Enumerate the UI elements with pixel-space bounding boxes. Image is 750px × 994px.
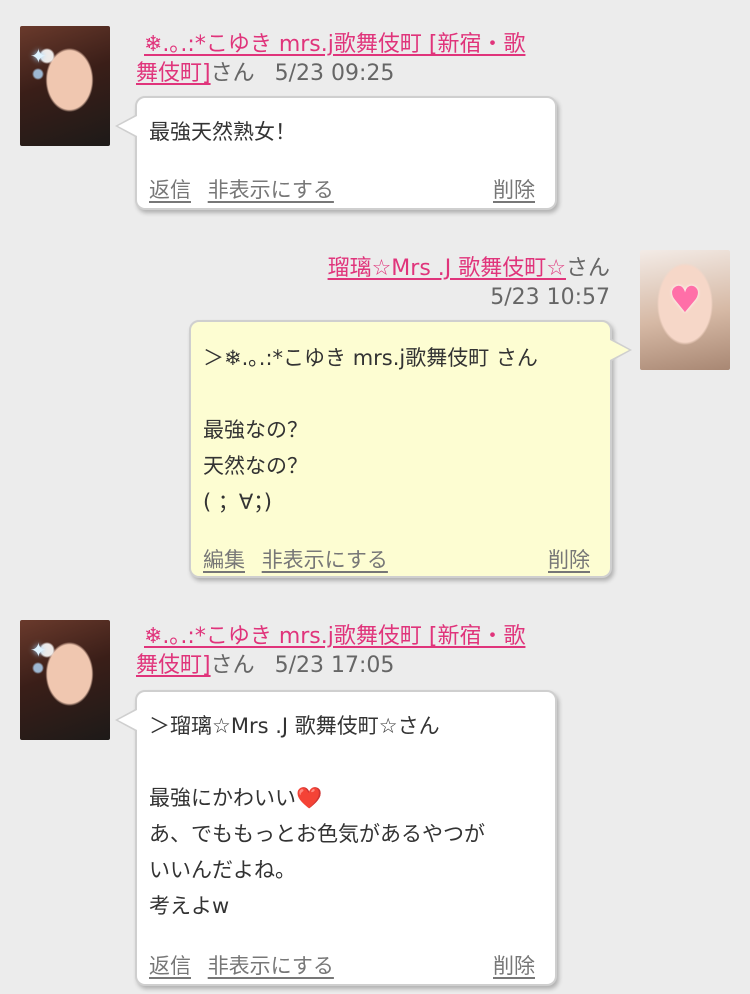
hide-link[interactable]: 非表示にする <box>208 178 334 202</box>
honorific: さん <box>210 653 255 678</box>
sender-name[interactable]: ❄.｡.:*こゆき mrs.j歌舞伎町 [新宿・歌 <box>136 624 525 649</box>
avatar[interactable]: ✦ <box>20 620 110 740</box>
message-body: 最強天然熟女！ <box>149 120 296 144</box>
avatar[interactable]: ♥ <box>640 250 730 370</box>
message-body: ＞❄.｡.:*こゆき mrs.j歌舞伎町 さん 最強なの？ 天然なの？ ( ；∀… <box>203 346 538 514</box>
reply-link[interactable]: 返信 <box>149 954 191 978</box>
edit-link[interactable]: 編集 <box>203 548 245 572</box>
sparkle-icon: ✦ <box>30 44 47 68</box>
honorific: さん <box>565 256 610 281</box>
honorific: さん <box>210 61 255 86</box>
timestamp: 5/23 10:57 <box>490 285 610 310</box>
hide-link[interactable]: 非表示にする <box>262 548 388 572</box>
bubble-tail <box>610 338 632 362</box>
message-header: ❄.｡.:*こゆき mrs.j歌舞伎町 [新宿・歌 舞伎町]さん 5/23 09:… <box>136 30 566 88</box>
delete-link[interactable]: 削除 <box>493 174 535 204</box>
message-header: ❄.｡.:*こゆき mrs.j歌舞伎町 [新宿・歌 舞伎町]さん 5/23 17:… <box>136 622 566 680</box>
sender-name-cont[interactable]: 舞伎町] <box>136 653 211 678</box>
hide-link[interactable]: 非表示にする <box>208 954 334 978</box>
message-bubble: ＞瑠璃☆Mrs .J 歌舞伎町☆さん 最強にかわいい❤️ あ、でももっとお色気が… <box>115 690 557 986</box>
message-header: 瑠璃☆Mrs .J 歌舞伎町☆さん 5/23 10:57 <box>250 254 610 312</box>
delete-link[interactable]: 削除 <box>548 544 590 574</box>
delete-link[interactable]: 削除 <box>493 950 535 980</box>
avatar[interactable]: ✦ <box>20 26 110 146</box>
bubble-tail <box>115 114 137 138</box>
timestamp: 5/23 09:25 <box>274 61 395 86</box>
sender-name[interactable]: ❄.｡.:*こゆき mrs.j歌舞伎町 [新宿・歌 <box>136 32 525 57</box>
heart-sticker-icon: ♥ <box>668 280 702 321</box>
bubble-tail <box>115 708 137 732</box>
sender-name-cont[interactable]: 舞伎町] <box>136 61 211 86</box>
message-bubble: ＞❄.｡.:*こゆき mrs.j歌舞伎町 さん 最強なの？ 天然なの？ ( ；∀… <box>189 320 632 578</box>
message-body: ＞瑠璃☆Mrs .J 歌舞伎町☆さん 最強にかわいい❤️ あ、でももっとお色気が… <box>149 714 485 918</box>
message-bubble: 最強天然熟女！ 返信 非表示にする 削除 <box>115 96 557 210</box>
reply-link[interactable]: 返信 <box>149 178 191 202</box>
sparkle-icon: ✦ <box>30 638 47 662</box>
sender-name[interactable]: 瑠璃☆Mrs .J 歌舞伎町☆ <box>328 256 566 281</box>
message-actions: 返信 非表示にする 削除 <box>149 174 535 204</box>
message-actions: 編集 非表示にする 削除 <box>203 544 590 574</box>
message-actions: 返信 非表示にする 削除 <box>149 950 535 980</box>
timestamp: 5/23 17:05 <box>274 653 395 678</box>
